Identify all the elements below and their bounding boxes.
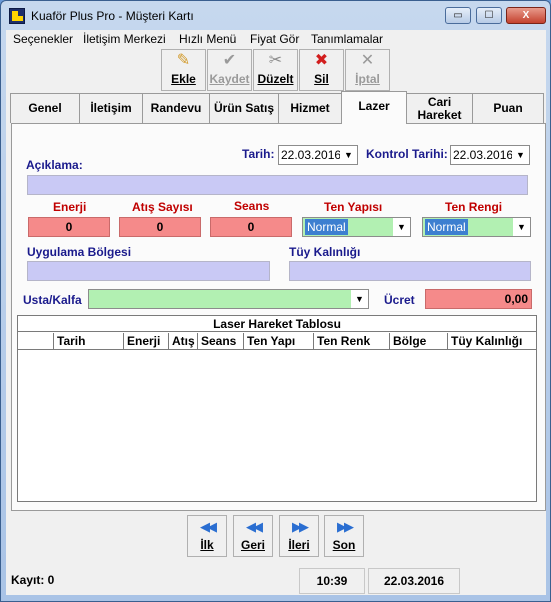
previous-record-label: Geri [240,538,265,552]
last-record-label: Son [332,538,356,552]
seans-field[interactable]: 0 [210,217,292,237]
client-area: ✎ Ekle ✔ Kaydet ✂ Düzelt ✖ Sil ✕ İptal G… [6,48,546,595]
tab-hizmet[interactable]: Hizmet [278,93,342,123]
close-button[interactable]: X [506,7,546,24]
atis-sayisi-label: Atış Sayısı [132,200,193,214]
menu-bar: Seçenekler İletişim Merkezi Hızlı Menü F… [6,30,546,48]
column-header-indicator[interactable] [18,333,54,350]
kontrol-tarihi-dropdown-icon[interactable]: ▼ [512,146,529,164]
status-bar: Kayıt: 0 10:39 22.03.2016 [6,566,546,595]
column-header-tuy-kalinligi[interactable]: Tüy Kalınlığı [448,333,536,350]
aciklama-field[interactable] [27,175,528,195]
menu-iletisim-merkezi[interactable]: İletişim Merkezi [83,32,166,46]
delete-button-label: Sil [314,72,329,86]
ten-yapisi-label: Ten Yapısı [324,200,383,214]
kontrol-tarihi-date-picker[interactable]: 22.03.2016 ▼ [450,145,530,165]
ucret-field[interactable]: 0,00 [425,289,532,309]
ten-yapisi-value: Normal [305,219,348,235]
table-title: Laser Hareket Tablosu [18,316,536,332]
aciklama-label: Açıklama: [26,158,83,172]
tarih-label: Tarih: [242,147,275,161]
column-header-seans[interactable]: Seans [198,333,244,350]
laser-hareket-table[interactable]: Laser Hareket Tablosu Tarih Enerji Atış … [17,315,537,502]
ten-rengi-label: Ten Rengi [445,200,503,214]
pencil-icon: ✎ [176,52,191,69]
usta-kalfa-select[interactable]: ▼ [88,289,369,309]
column-header-atis[interactable]: Atış [169,333,198,350]
menu-secenekler[interactable]: Seçenekler [13,32,73,46]
minimize-button[interactable]: ▭ [445,7,471,24]
tab-urun-satis[interactable]: Ürün Satış [209,93,279,123]
tab-puan[interactable]: Puan [472,93,544,123]
edit-button-label: Düzelt [257,72,294,86]
first-record-button[interactable]: ◀◀ İlk [187,515,227,557]
column-header-enerji[interactable]: Enerji [124,333,169,350]
add-button-label: Ekle [171,72,196,86]
ten-rengi-value: Normal [425,219,468,235]
save-button-label: Kaydet [209,72,250,86]
ucret-label: Ücret [384,293,415,307]
previous-record-button[interactable]: ◀◀ Geri [233,515,273,557]
first-record-label: İlk [200,538,214,552]
main-window: Kuaför Plus Pro - Müşteri Kartı ▭ ☐ X Se… [0,0,551,602]
checkmark-icon: ✔ [222,52,237,69]
tarih-date-picker[interactable]: 22.03.2016 ▼ [278,145,358,165]
last-record-icon: ▶▶ [337,519,354,534]
delete-x-icon: ✖ [314,52,329,69]
delete-button[interactable]: ✖ Sil [299,49,344,91]
ten-yapisi-select[interactable]: Normal ▼ [302,217,411,237]
tarih-value: 22.03.2016 [281,148,342,162]
tab-iletisim[interactable]: İletişim [79,93,143,123]
title-bar[interactable]: Kuaför Plus Pro - Müşteri Kartı ▭ ☐ X [1,1,550,30]
first-record-icon: ◀◀ [200,519,217,534]
next-record-label: İleri [288,538,310,552]
kontrol-tarihi-label: Kontrol Tarihi: [366,147,448,161]
usta-kalfa-label: Usta/Kalfa [23,293,82,307]
ten-yapisi-dropdown-icon[interactable]: ▼ [393,218,410,236]
edit-button[interactable]: ✂ Düzelt [253,49,298,91]
tab-cari-hareket[interactable]: Cari Hareket [406,93,473,123]
ten-rengi-dropdown-icon[interactable]: ▼ [513,218,530,236]
usta-kalfa-dropdown-icon[interactable]: ▼ [351,290,368,308]
add-button[interactable]: ✎ Ekle [161,49,206,91]
tab-randevu[interactable]: Randevu [142,93,210,123]
tab-genel[interactable]: Genel [10,93,80,123]
maximize-button[interactable]: ☐ [476,7,502,24]
tuy-kalinligi-label: Tüy Kalınlığı [289,245,361,259]
uygulama-bolgesi-label: Uygulama Bölgesi [27,245,132,259]
enerji-label: Enerji [53,200,87,214]
menu-fiyat-gor[interactable]: Fiyat Gör [250,32,299,46]
menu-hizli-menu[interactable]: Hızlı Menü [179,32,236,46]
column-header-ten-renk[interactable]: Ten Renk [314,333,390,350]
window-title: Kuaför Plus Pro - Müşteri Kartı [31,9,194,23]
column-header-tarih[interactable]: Tarih [54,333,124,350]
next-record-icon: ▶▶ [292,519,309,534]
status-time: 10:39 [299,568,365,594]
next-record-button[interactable]: ▶▶ İleri [279,515,319,557]
tarih-dropdown-icon[interactable]: ▼ [340,146,357,164]
tab-lazer[interactable]: Lazer [341,91,407,124]
seans-label: Seans [234,199,270,213]
kontrol-tarihi-value: 22.03.2016 [453,148,514,162]
previous-record-icon: ◀◀ [246,519,263,534]
cancel-x-icon: ✕ [360,52,375,69]
app-icon [9,8,25,24]
column-header-ten-yapi[interactable]: Ten Yapı [244,333,314,350]
tools-icon: ✂ [268,52,283,69]
save-button[interactable]: ✔ Kaydet [207,49,252,91]
uygulama-bolgesi-field[interactable] [27,261,270,281]
last-record-button[interactable]: ▶▶ Son [324,515,364,557]
ten-rengi-select[interactable]: Normal ▼ [422,217,531,237]
atis-sayisi-field[interactable]: 0 [119,217,201,237]
menu-tanimlamalar[interactable]: Tanımlamalar [311,32,383,46]
cancel-button[interactable]: ✕ İptal [345,49,390,91]
cancel-button-label: İptal [355,72,380,86]
record-count: Kayıt: 0 [11,573,55,587]
tuy-kalinligi-field[interactable] [289,261,531,281]
status-date: 22.03.2016 [368,568,460,594]
column-header-bolge[interactable]: Bölge [390,333,448,350]
enerji-field[interactable]: 0 [28,217,110,237]
